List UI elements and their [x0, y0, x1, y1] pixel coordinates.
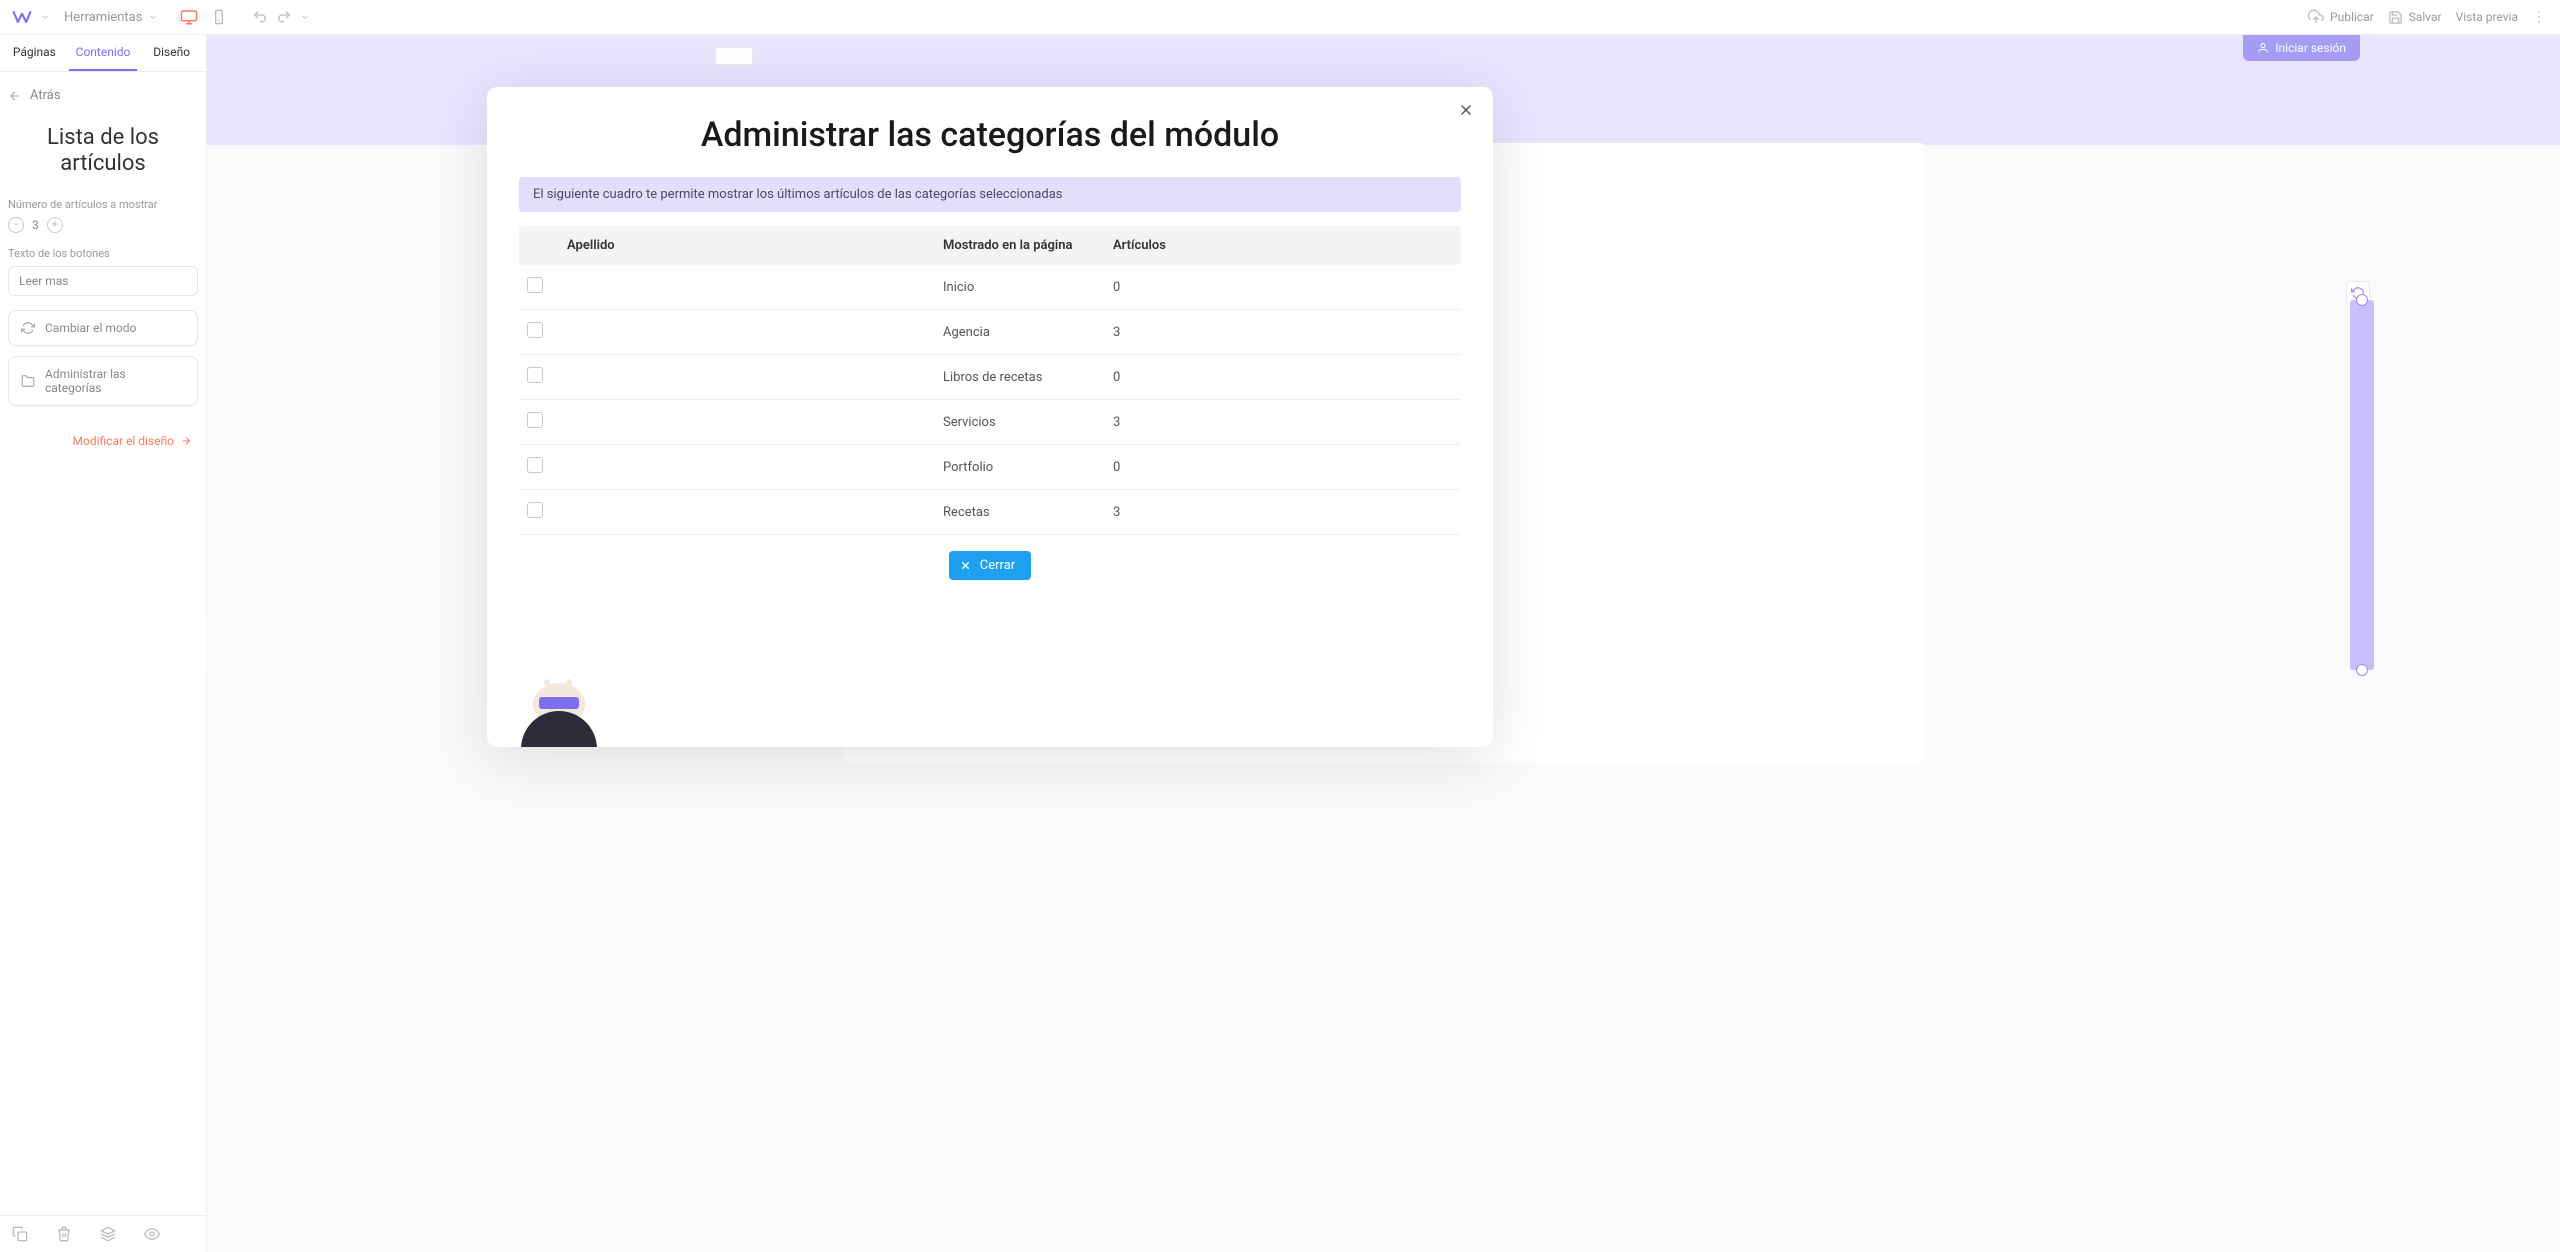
- tools-menu[interactable]: Herramientas: [64, 10, 158, 25]
- save-label: Salvar: [2409, 10, 2442, 24]
- modify-design-link[interactable]: Modificar el diseño: [8, 434, 198, 448]
- login-chip-label: Iniciar sesión: [2275, 41, 2346, 55]
- cell-page: Recetas: [943, 505, 1113, 520]
- row-checkbox[interactable]: [527, 502, 543, 518]
- modal-title: Administrar las categorías del módulo: [487, 115, 1493, 155]
- redo-icon[interactable]: [276, 9, 292, 25]
- publish-label: Publicar: [2330, 10, 2374, 24]
- cell-articles: 3: [1113, 325, 1453, 340]
- table-row: Recetas 3: [519, 490, 1461, 535]
- top-toolbar-right: Publicar Salvar Vista previa ⋮: [2308, 9, 2548, 25]
- cell-page: Libros de recetas: [943, 370, 1113, 385]
- top-toolbar-left: Herramientas: [12, 6, 310, 28]
- stepper-value: 3: [32, 218, 39, 232]
- duplicate-icon[interactable]: [12, 1226, 28, 1242]
- row-checkbox[interactable]: [527, 412, 543, 428]
- device-switcher: [178, 6, 230, 28]
- app-logo[interactable]: [12, 7, 32, 27]
- close-icon: [959, 559, 972, 572]
- change-mode-label: Cambiar el modo: [45, 321, 136, 335]
- cell-page: Portfolio: [943, 460, 1113, 475]
- stepper-increment[interactable]: +: [47, 217, 63, 233]
- row-checkbox[interactable]: [527, 457, 543, 473]
- modify-design-label: Modificar el diseño: [73, 434, 174, 448]
- left-sidebar: Páginas Contenido Diseño Atrás Lista de …: [0, 35, 207, 1252]
- th-articles: Artículos: [1113, 238, 1453, 253]
- main-layout: Páginas Contenido Diseño Atrás Lista de …: [0, 35, 2560, 1252]
- mobile-icon[interactable]: [208, 6, 230, 28]
- modal-close-label: Cerrar: [980, 558, 1015, 573]
- sidebar-tabs: Páginas Contenido Diseño: [0, 35, 206, 72]
- modal-info-banner: El siguiente cuadro te permite mostrar l…: [519, 177, 1461, 212]
- button-text-field-label: Texto de los botones: [8, 247, 198, 260]
- cell-articles: 0: [1113, 280, 1453, 295]
- publish-button[interactable]: Publicar: [2308, 9, 2374, 25]
- modal-close-button[interactable]: Cerrar: [949, 551, 1031, 580]
- table-row: Libros de recetas 0: [519, 355, 1461, 400]
- tools-menu-label: Herramientas: [64, 10, 142, 25]
- mascot-illustration: [511, 683, 607, 747]
- desktop-icon[interactable]: [178, 6, 200, 28]
- login-chip[interactable]: Iniciar sesión: [2243, 35, 2360, 61]
- row-checkbox[interactable]: [527, 322, 543, 338]
- cell-page: Inicio: [943, 280, 1113, 295]
- back-button[interactable]: Atrás: [8, 84, 198, 107]
- categories-table: Apellido Mostrado en la página Artículos…: [519, 226, 1461, 535]
- save-button[interactable]: Salvar: [2388, 10, 2442, 25]
- logo-menu-caret[interactable]: [40, 12, 50, 22]
- tab-content[interactable]: Contenido: [69, 35, 138, 71]
- floating-toolbar-hint: [715, 47, 753, 65]
- th-name: Apellido: [567, 238, 943, 253]
- sidebar-footer: [0, 1215, 206, 1252]
- article-count-stepper: − 3 +: [8, 217, 198, 233]
- layers-icon[interactable]: [100, 1226, 116, 1242]
- back-label: Atrás: [30, 88, 61, 103]
- cell-articles: 0: [1113, 460, 1453, 475]
- tab-pages[interactable]: Páginas: [0, 35, 69, 71]
- manage-categories-modal: Administrar las categorías del módulo El…: [487, 87, 1493, 747]
- th-page: Mostrado en la página: [943, 238, 1113, 253]
- selection-outline[interactable]: [2350, 300, 2374, 670]
- preview-button[interactable]: Vista previa: [2456, 10, 2518, 24]
- folder-icon: [21, 374, 35, 388]
- tab-design[interactable]: Diseño: [137, 35, 206, 71]
- visibility-icon[interactable]: [144, 1226, 160, 1242]
- manage-categories-label: Administrar las categorías: [45, 367, 185, 395]
- history-controls: [252, 9, 310, 25]
- count-field-label: Número de artículos a mostrar: [8, 198, 198, 211]
- sidebar-body: Atrás Lista de los artículos Número de a…: [0, 72, 206, 1215]
- cell-page: Agencia: [943, 325, 1113, 340]
- modal-close-icon[interactable]: [1457, 101, 1475, 119]
- table-row: Servicios 3: [519, 400, 1461, 445]
- table-header: Apellido Mostrado en la página Artículos: [519, 226, 1461, 265]
- cell-articles: 3: [1113, 505, 1453, 520]
- table-row: Inicio 0: [519, 265, 1461, 310]
- more-menu-icon[interactable]: ⋮: [2532, 9, 2548, 25]
- preview-label: Vista previa: [2456, 10, 2518, 24]
- undo-icon[interactable]: [252, 9, 268, 25]
- row-checkbox[interactable]: [527, 277, 543, 293]
- manage-categories-button[interactable]: Administrar las categorías: [8, 356, 198, 406]
- panel-title: Lista de los artículos: [8, 125, 198, 178]
- change-mode-button[interactable]: Cambiar el modo: [8, 310, 198, 346]
- top-toolbar: Herramientas Publicar: [0, 0, 2560, 35]
- cell-page: Servicios: [943, 415, 1113, 430]
- trash-icon[interactable]: [56, 1226, 72, 1242]
- button-text-input[interactable]: [8, 266, 198, 296]
- cell-articles: 3: [1113, 415, 1453, 430]
- history-menu-caret[interactable]: [300, 12, 310, 22]
- editor-canvas: Iniciar sesión Administrar las categoría…: [207, 35, 2560, 1252]
- cell-articles: 0: [1113, 370, 1453, 385]
- stepper-decrement[interactable]: −: [8, 217, 24, 233]
- table-row: Agencia 3: [519, 310, 1461, 355]
- refresh-icon: [21, 321, 35, 335]
- row-checkbox[interactable]: [527, 367, 543, 383]
- table-row: Portfolio 0: [519, 445, 1461, 490]
